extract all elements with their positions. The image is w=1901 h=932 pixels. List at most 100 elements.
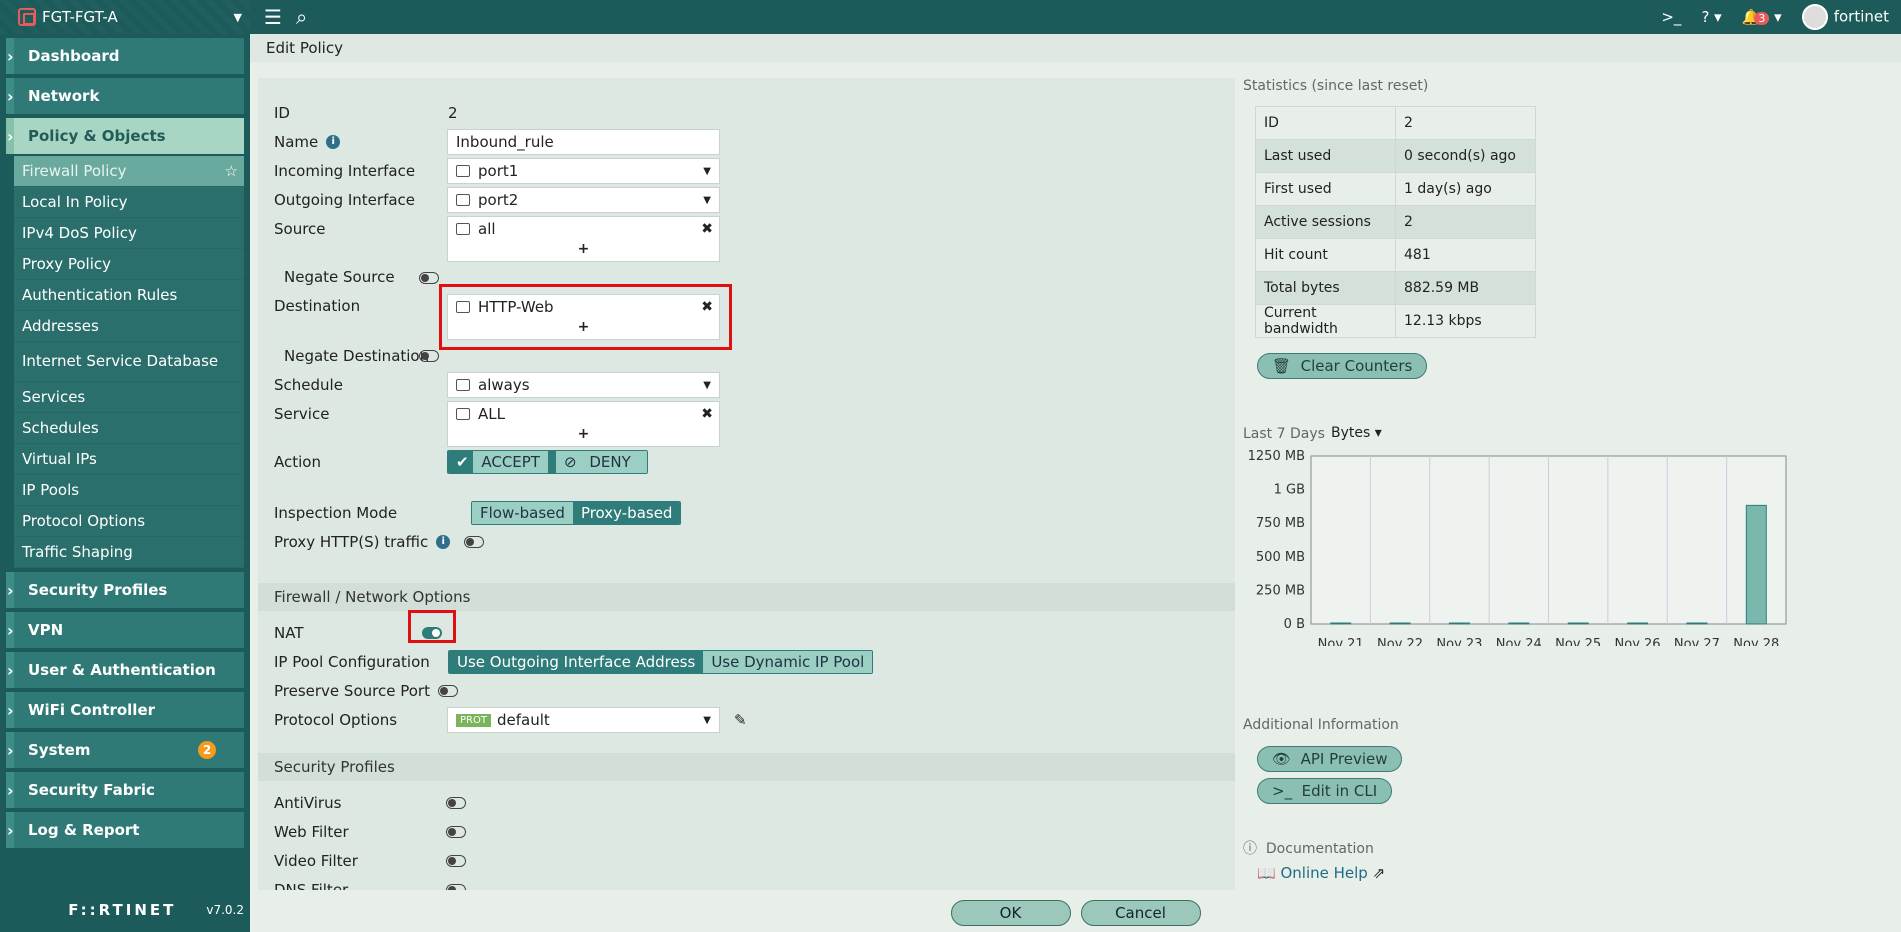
stats-key: Last used: [1255, 139, 1396, 173]
proxy-https-toggle[interactable]: [464, 536, 485, 548]
cli-console-icon[interactable]: >_: [1661, 8, 1681, 26]
sidebar-item-ipv4-dos-policy[interactable]: IPv4 DoS Policy: [14, 218, 244, 249]
sidebar-section-policy-objects[interactable]: Policy & Objects: [6, 118, 244, 154]
remove-icon[interactable]: ✖: [701, 406, 713, 422]
name-input[interactable]: Inbound_rule: [447, 129, 720, 155]
add-service-button[interactable]: +: [448, 426, 719, 446]
service-value: ALL: [478, 405, 505, 423]
source-field[interactable]: all ✖ +: [447, 216, 720, 262]
service-field[interactable]: ALL ✖ +: [447, 401, 720, 447]
video-filter-toggle[interactable]: [446, 855, 466, 867]
sidebar-section-dashboard[interactable]: Dashboard: [6, 38, 244, 74]
accept-button[interactable]: ✔ ACCEPT: [448, 451, 556, 473]
star-icon[interactable]: ☆: [225, 162, 238, 180]
schedule-select[interactable]: always ▼: [447, 372, 720, 398]
use-outgoing-interface-button[interactable]: Use Outgoing Interface Address: [449, 651, 704, 673]
user-menu[interactable]: fortinet: [1801, 4, 1889, 30]
proxy-based-button[interactable]: Proxy-based: [572, 502, 681, 524]
sidebar-item-internet-service-database[interactable]: Internet Service Database: [14, 342, 244, 382]
ok-button[interactable]: OK: [950, 900, 1071, 926]
sidebar-item-local-in-policy[interactable]: Local In Policy: [14, 187, 244, 218]
outgoing-interface-row: Outgoing Interface: [274, 191, 415, 209]
button-bar: OK Cancel: [250, 894, 1901, 932]
service-icon: [456, 408, 470, 420]
name-row: Name i: [274, 133, 341, 151]
bar: [1686, 622, 1708, 625]
remove-icon[interactable]: ✖: [701, 221, 713, 237]
sidebar-item-traffic-shaping[interactable]: Traffic Shaping: [14, 537, 244, 568]
bar: [1330, 622, 1352, 625]
service-entry: ALL ✖: [448, 402, 719, 426]
sidebar-item-schedules[interactable]: Schedules: [14, 413, 244, 444]
sidebar-item-virtual-ips[interactable]: Virtual IPs: [14, 444, 244, 475]
sidebar-item-ip-pools[interactable]: IP Pools: [14, 475, 244, 506]
sidebar-section-system[interactable]: System 2: [6, 732, 244, 768]
online-help-link[interactable]: 📖 Online Help ⇗: [1257, 864, 1385, 882]
protocol-options-row: Protocol Options: [274, 711, 397, 729]
sidebar-item-protocol-options[interactable]: Protocol Options: [14, 506, 244, 537]
deny-button[interactable]: ⊘ DENY: [555, 451, 647, 473]
clear-counters-button[interactable]: 🗑 Clear Counters: [1257, 353, 1428, 379]
sidebar-section-wifi-controller[interactable]: WiFi Controller: [6, 692, 244, 728]
negate-source-toggle[interactable]: [419, 272, 439, 284]
edit-in-cli-button[interactable]: >_ Edit in CLI: [1257, 778, 1393, 804]
edit-pencil-icon[interactable]: ✎: [734, 711, 747, 729]
flow-based-button[interactable]: Flow-based: [472, 502, 573, 524]
incoming-interface-select[interactable]: port1 ▼: [447, 158, 720, 184]
antivirus-toggle[interactable]: [446, 797, 466, 809]
sidebar-item-authentication-rules[interactable]: Authentication Rules: [14, 280, 244, 311]
sidebar-section-security-fabric[interactable]: Security Fabric: [6, 772, 244, 808]
cancel-button[interactable]: Cancel: [1080, 900, 1201, 926]
menu-icon[interactable]: ☰: [264, 5, 282, 29]
add-source-button[interactable]: +: [448, 241, 719, 261]
x-tick-label: Nov 27: [1674, 637, 1720, 646]
device-selector[interactable]: FGT-FGT-A ▼: [0, 0, 250, 34]
incoming-interface-label: Incoming Interface: [274, 162, 416, 180]
incoming-interface-row: Incoming Interface: [274, 162, 415, 180]
name-value: Inbound_rule: [456, 133, 554, 151]
outgoing-interface-select[interactable]: port2 ▼: [447, 187, 720, 213]
help-icon[interactable]: ? ▾: [1701, 8, 1721, 26]
statistics-title: Statistics (since last reset): [1243, 78, 1429, 94]
incoming-interface-value: port1: [478, 162, 519, 180]
y-tick-label: 0 B: [1284, 617, 1305, 632]
source-value: all: [478, 220, 496, 238]
sidebar-section-label: System: [28, 741, 91, 759]
sidebar-section-network[interactable]: Network: [6, 78, 244, 114]
negate-destination-toggle[interactable]: [419, 350, 439, 362]
service-label: Service: [274, 405, 330, 423]
stats-row: Last used 0 second(s) ago: [1255, 139, 1536, 173]
sidebar-item-services[interactable]: Services: [14, 382, 244, 413]
y-tick-label: 500 MB: [1256, 550, 1305, 565]
sidebar-item-firewall-policy[interactable]: Firewall Policy ☆: [14, 156, 244, 187]
protocol-options-select[interactable]: PROT default ▼: [447, 707, 720, 733]
api-preview-button[interactable]: 👁 API Preview: [1257, 746, 1403, 772]
inspection-mode-label: Inspection Mode: [274, 504, 398, 522]
sidebar-item-addresses[interactable]: Addresses: [14, 311, 244, 342]
stats-value: 2: [1395, 106, 1536, 140]
search-icon[interactable]: ⌕: [296, 5, 307, 29]
sidebar-section-user-authentication[interactable]: User & Authentication: [6, 652, 244, 688]
destination-label: Destination: [274, 297, 361, 315]
dns-filter-toggle[interactable]: [446, 884, 466, 890]
info-icon[interactable]: i: [326, 135, 341, 149]
notifications-badge: 3: [1754, 12, 1770, 25]
negate-source-label: Negate Source: [284, 268, 395, 286]
notifications-icon[interactable]: 🔔3 ▾: [1742, 8, 1782, 26]
sidebar-item-proxy-policy[interactable]: Proxy Policy: [14, 249, 244, 280]
sidebar-section-security-profiles[interactable]: Security Profiles: [6, 572, 244, 608]
chevron-down-icon: ▼: [703, 194, 711, 206]
documentation-row: ⓘ Documentation: [1243, 838, 1374, 858]
web-filter-toggle[interactable]: [446, 826, 466, 838]
inspection-mode-group: Flow-based Proxy-based: [471, 501, 682, 525]
info-icon[interactable]: i: [436, 535, 451, 549]
use-dynamic-ip-pool-button[interactable]: Use Dynamic IP Pool: [703, 651, 873, 673]
preserve-source-port-toggle[interactable]: [437, 685, 458, 697]
stats-key: First used: [1255, 172, 1396, 206]
stats-row: Current bandwidth 12.13 kbps: [1255, 304, 1536, 338]
source-row: Source: [274, 220, 326, 238]
sidebar-section-vpn[interactable]: VPN: [6, 612, 244, 648]
stats-key: Hit count: [1255, 238, 1396, 272]
bytes-dropdown[interactable]: Bytes ▾: [1331, 425, 1382, 441]
sidebar-section-log-report[interactable]: Log & Report: [6, 812, 244, 848]
